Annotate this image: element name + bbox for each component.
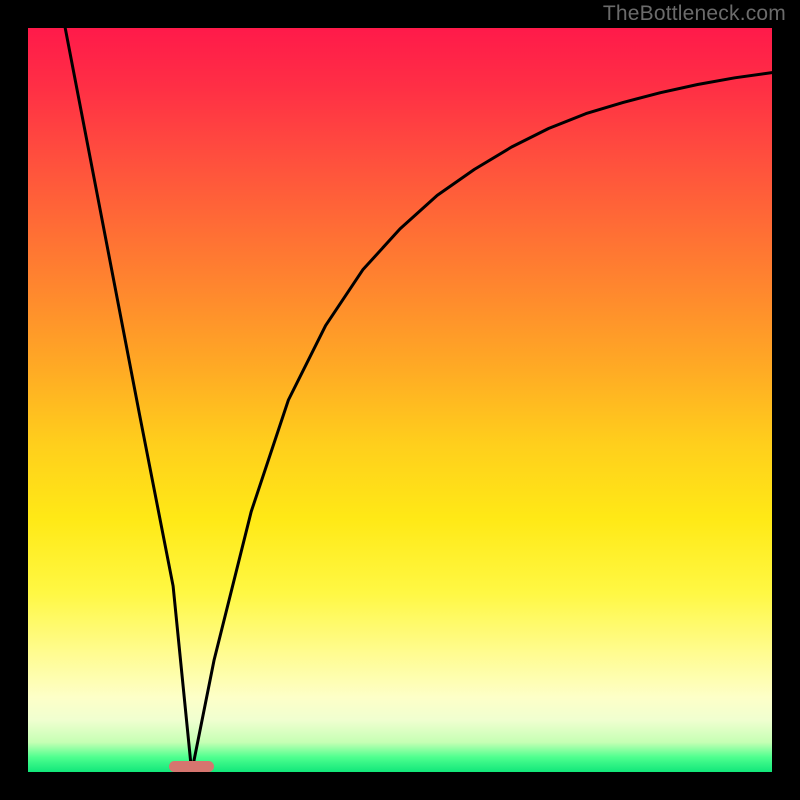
plot-area	[28, 28, 772, 772]
curve-layer	[28, 28, 772, 772]
bottleneck-curve	[65, 28, 772, 772]
balance-marker	[169, 761, 214, 772]
watermark-text: TheBottleneck.com	[603, 2, 786, 26]
chart-frame: TheBottleneck.com	[0, 0, 800, 800]
